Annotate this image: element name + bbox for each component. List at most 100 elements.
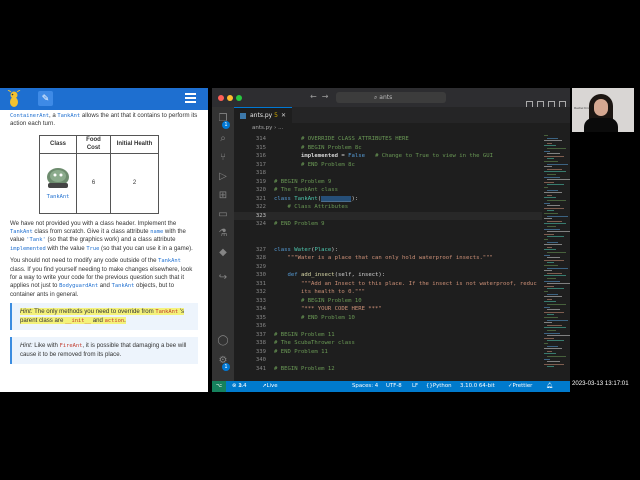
close-window-button[interactable] bbox=[218, 95, 224, 101]
code-line[interactable]: 316 implemented = False # Change to True… bbox=[234, 152, 570, 161]
code-text[interactable]: # BEGIN Problem 8c bbox=[274, 144, 362, 153]
ant-name-label[interactable]: TankAnt bbox=[43, 193, 73, 201]
code-text[interactable]: """Water is a place that can only hold w… bbox=[274, 254, 492, 263]
minimap-line bbox=[547, 205, 560, 207]
minimap-line bbox=[547, 210, 554, 212]
nav-arrows-icon[interactable]: ← → bbox=[310, 92, 329, 101]
minimize-window-button[interactable] bbox=[227, 95, 233, 101]
code-text[interactable]: # The ScubaThrower class bbox=[274, 339, 355, 348]
code-line[interactable] bbox=[234, 237, 570, 246]
minimap-line bbox=[547, 257, 560, 259]
code-line[interactable]: 328 """Water is a place that can only ho… bbox=[234, 254, 570, 263]
code-line[interactable]: 322 # Class Attributes bbox=[234, 203, 570, 212]
activity-bar: ❐ 1 ⌕ ⑂ ▷ ⊞ ▭ ⚗ ◆ ↪ ◯ ⚙ 1 bbox=[212, 107, 234, 381]
code-line[interactable] bbox=[234, 229, 570, 238]
remote-indicator-icon[interactable]: ⌥ bbox=[212, 381, 226, 392]
line-number: 321 bbox=[255, 195, 266, 202]
code-text[interactable]: its health to 0.""" bbox=[274, 288, 365, 297]
minimap-line bbox=[547, 220, 562, 222]
code-text[interactable]: # BEGIN Problem 10 bbox=[274, 297, 362, 306]
encoding-status[interactable]: UTF-8 bbox=[386, 381, 402, 392]
close-tab-icon[interactable]: ✕ bbox=[281, 108, 286, 123]
code-line[interactable]: 319 # BEGIN Problem 9 bbox=[234, 178, 570, 187]
minimap-line bbox=[547, 335, 570, 337]
line-number: 331 bbox=[255, 280, 266, 287]
code-line[interactable]: 314 # OVERRIDE CLASS ATTRIBUTES HERE bbox=[234, 135, 570, 144]
edit-pencil-icon[interactable]: ✎ bbox=[38, 91, 53, 106]
language-mode-status[interactable]: {} Python bbox=[426, 381, 452, 392]
accounts-icon[interactable]: ◯ bbox=[217, 335, 229, 347]
code-line[interactable]: 327 class Water(Place): bbox=[234, 246, 570, 255]
code-line[interactable]: 338 # The ScubaThrower class bbox=[234, 339, 570, 348]
code-text[interactable]: # The TankAnt class bbox=[274, 186, 338, 195]
code-text[interactable]: # END Problem 10 bbox=[274, 314, 355, 323]
code-text[interactable]: # END Problem 9 bbox=[274, 220, 325, 229]
code-text[interactable]: # END Problem 8c bbox=[274, 161, 355, 170]
code-line[interactable]: 324 # END Problem 9 bbox=[234, 220, 570, 229]
code-text[interactable]: # BEGIN Problem 9 bbox=[274, 178, 331, 187]
extensions-icon[interactable]: ⊞ bbox=[217, 190, 229, 202]
minimap-line bbox=[547, 293, 558, 295]
code-line[interactable]: 317 # END Problem 8c bbox=[234, 161, 570, 170]
line-number: 315 bbox=[255, 144, 266, 151]
minimap-line bbox=[544, 291, 548, 292]
code-line[interactable]: 320 # The TankAnt class bbox=[234, 186, 570, 195]
code-text[interactable]: implemented = False # Change to True to … bbox=[274, 152, 493, 161]
code-line[interactable]: 329 bbox=[234, 263, 570, 272]
problems-indicator[interactable]: ⊗ 1 ⚠ 4 bbox=[232, 381, 247, 392]
code-text[interactable]: # BEGIN Problem 11 bbox=[274, 331, 335, 340]
live-share-icon[interactable]: ↪ bbox=[217, 272, 229, 284]
minimap-line bbox=[547, 158, 554, 160]
command-center-search[interactable]: ⌕ ants bbox=[336, 92, 446, 103]
code-line[interactable]: 315 # BEGIN Problem 8c bbox=[234, 144, 570, 153]
search-icon[interactable]: ⌕ bbox=[217, 133, 229, 145]
code-line[interactable]: 341 # BEGIN Problem 12 bbox=[234, 365, 570, 374]
minimap-line bbox=[547, 142, 552, 144]
code-text[interactable]: # OVERRIDE CLASS ATTRIBUTES HERE bbox=[274, 135, 409, 144]
code-line[interactable]: 336 bbox=[234, 322, 570, 331]
testing-icon[interactable]: ⚗ bbox=[217, 228, 229, 240]
minimap[interactable] bbox=[542, 133, 570, 381]
code-text[interactable]: # BEGIN Problem 12 bbox=[274, 365, 335, 374]
hamburger-menu-icon[interactable] bbox=[185, 93, 196, 104]
run-debug-icon[interactable]: ▷ bbox=[217, 171, 229, 183]
interpreter-status[interactable]: 3.10.0 64-bit bbox=[460, 381, 495, 392]
code-line[interactable]: 318 bbox=[234, 169, 570, 178]
line-number: 316 bbox=[255, 153, 266, 159]
notifications-bell-icon[interactable]: 🔔︎ bbox=[546, 381, 553, 392]
minimap-line bbox=[547, 345, 558, 347]
tab-ants-py[interactable]: ants.py 5 ✕ bbox=[234, 107, 292, 123]
explorer-badge: 1 bbox=[222, 121, 230, 129]
code-text[interactable]: "*** YOUR CODE HERE ***" bbox=[274, 305, 382, 314]
eol-status[interactable]: LF bbox=[412, 381, 418, 392]
source-control-icon[interactable]: ⑂ bbox=[217, 152, 229, 164]
code-line[interactable]: 339 # END Problem 11 bbox=[234, 348, 570, 357]
indentation-status[interactable]: Spaces: 4 bbox=[352, 381, 378, 392]
breadcrumb[interactable]: ants.py › ... bbox=[234, 123, 283, 133]
code-text[interactable]: # Class Attributes bbox=[274, 203, 348, 212]
live-share-button[interactable]: ↗ Live Share bbox=[262, 381, 278, 392]
code-editor[interactable]: 314 # OVERRIDE CLASS ATTRIBUTES HERE 315 … bbox=[234, 133, 570, 381]
docker-icon[interactable]: ◆ bbox=[217, 247, 229, 259]
code-line[interactable]: 335 # END Problem 10 bbox=[234, 314, 570, 323]
code-text[interactable]: """Add an Insect to this place. If the i… bbox=[274, 280, 537, 289]
code-line[interactable]: 332 its health to 0.""" bbox=[234, 288, 570, 297]
code-text[interactable]: # END Problem 11 bbox=[274, 348, 328, 357]
ant-logo-icon[interactable] bbox=[6, 90, 22, 108]
code-line[interactable]: 331 """Add an Insect to this place. If t… bbox=[234, 280, 570, 289]
remote-explorer-icon[interactable]: ▭ bbox=[217, 209, 229, 221]
maximize-window-button[interactable] bbox=[236, 95, 242, 101]
code-line[interactable]: 340 bbox=[234, 356, 570, 365]
code-line[interactable]: 334 "*** YOUR CODE HERE ***" bbox=[234, 305, 570, 314]
prettier-status[interactable]: ✓ Prettier bbox=[508, 381, 532, 392]
code-line[interactable]: 321 class TankAnt(_________): bbox=[234, 195, 570, 204]
code-text[interactable]: class TankAnt(_________): bbox=[274, 195, 358, 204]
minimap-line bbox=[547, 231, 570, 233]
code-line[interactable]: 333 # BEGIN Problem 10 bbox=[234, 297, 570, 306]
minimap-line bbox=[547, 236, 564, 238]
code-line[interactable]: 323 bbox=[234, 211, 570, 220]
code-line[interactable]: 337 # BEGIN Problem 11 bbox=[234, 331, 570, 340]
code-line[interactable]: 330 def add_insect(self, insect): bbox=[234, 271, 570, 280]
code-text[interactable]: class Water(Place): bbox=[274, 246, 338, 255]
code-text[interactable]: def add_insect(self, insect): bbox=[274, 271, 385, 280]
